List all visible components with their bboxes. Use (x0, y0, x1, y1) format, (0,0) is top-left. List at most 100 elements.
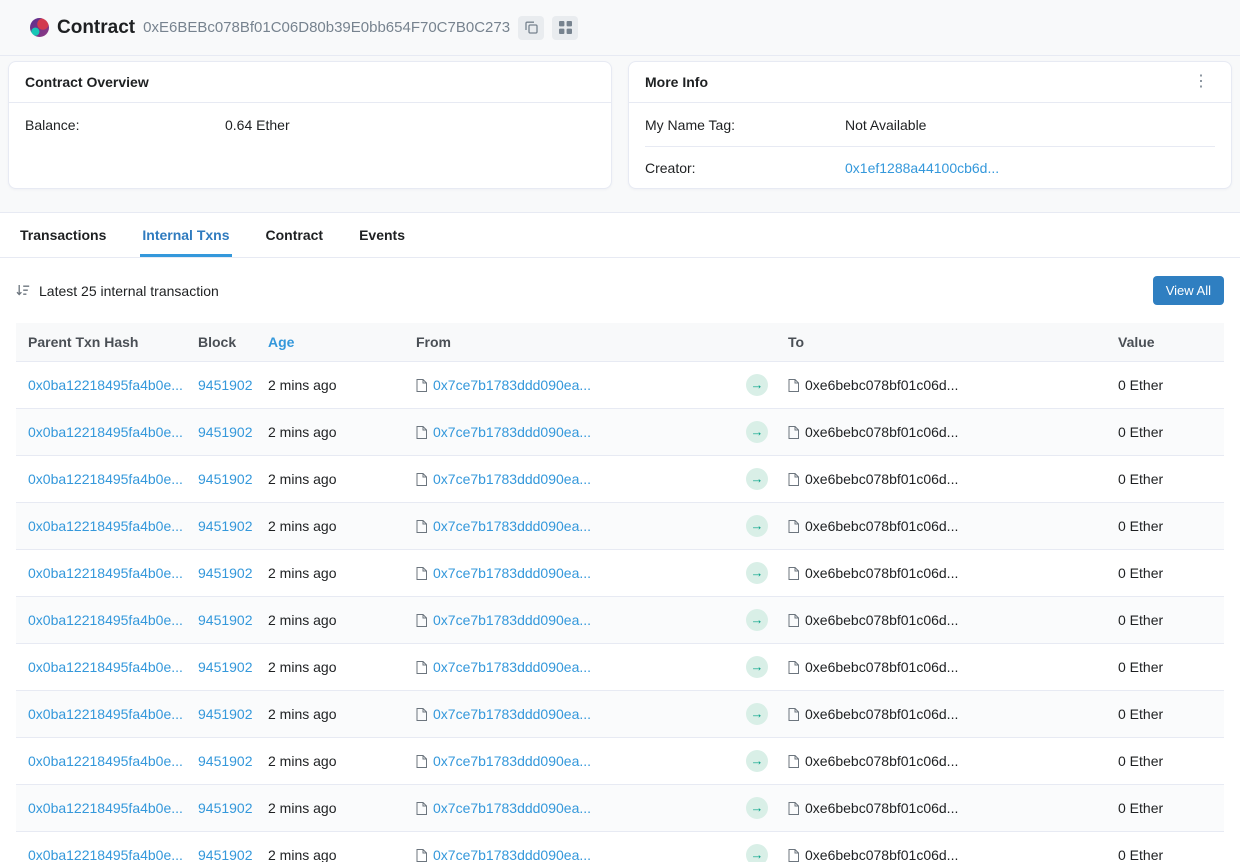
block-link[interactable]: 9451902 (198, 377, 253, 393)
parent-txn-hash-link[interactable]: 0x0ba12218495fa4b0e... (28, 424, 183, 440)
table-row: 0x0ba12218495fa4b0e... 9451902 2 mins ag… (16, 409, 1224, 456)
value-text: 0 Ether (1118, 518, 1163, 534)
value-text: 0 Ether (1118, 847, 1163, 862)
latest-summary-text: Latest 25 internal transaction (39, 283, 219, 299)
parent-txn-hash-link[interactable]: 0x0ba12218495fa4b0e... (28, 847, 183, 862)
parent-txn-hash-link[interactable]: 0x0ba12218495fa4b0e... (28, 471, 183, 487)
balance-row: Balance: 0.64 Ether (25, 103, 595, 146)
tab-contract[interactable]: Contract (264, 213, 326, 257)
from-address-link[interactable]: 0x7ce7b1783ddd090ea... (433, 518, 591, 534)
copy-icon (525, 21, 538, 34)
age-text: 2 mins ago (268, 659, 336, 675)
txn-table-body: 0x0ba12218495fa4b0e... 9451902 2 mins ag… (16, 362, 1224, 862)
col-block: Block (188, 323, 258, 362)
col-to: To (778, 323, 1108, 362)
value-text: 0 Ether (1118, 706, 1163, 722)
arrow-right-icon: → (746, 468, 768, 490)
table-row: 0x0ba12218495fa4b0e... 9451902 2 mins ag… (16, 691, 1224, 738)
from-address-link[interactable]: 0x7ce7b1783ddd090ea... (433, 800, 591, 816)
block-link[interactable]: 9451902 (198, 847, 253, 862)
tab-internal-txns[interactable]: Internal Txns (140, 213, 231, 257)
table-row: 0x0ba12218495fa4b0e... 9451902 2 mins ag… (16, 738, 1224, 785)
from-address-link[interactable]: 0x7ce7b1783ddd090ea... (433, 565, 591, 581)
document-icon (416, 802, 427, 815)
page-header: Contract 0xE6BEBc078Bf01C06D80b39E0bb654… (0, 0, 1240, 56)
creator-address-link[interactable]: 0x1ef1288a44100cb6d... (845, 160, 999, 176)
kebab-menu-icon: ⋮ (1193, 73, 1209, 90)
parent-txn-hash-link[interactable]: 0x0ba12218495fa4b0e... (28, 377, 183, 393)
block-link[interactable]: 9451902 (198, 800, 253, 816)
parent-txn-hash-link[interactable]: 0x0ba12218495fa4b0e... (28, 565, 183, 581)
arrow-right-icon: → (746, 844, 768, 862)
block-link[interactable]: 9451902 (198, 706, 253, 722)
age-sort-link[interactable]: Age (268, 334, 294, 350)
from-address-link[interactable]: 0x7ce7b1783ddd090ea... (433, 847, 591, 862)
from-address-link[interactable]: 0x7ce7b1783ddd090ea... (433, 612, 591, 628)
more-info-menu-button[interactable]: ⋮ (1187, 72, 1215, 92)
document-icon (788, 802, 799, 815)
to-address-text: 0xe6bebc078bf01c06d... (805, 847, 958, 862)
parent-txn-hash-link[interactable]: 0x0ba12218495fa4b0e... (28, 753, 183, 769)
col-parent-txn-hash: Parent Txn Hash (16, 323, 188, 362)
arrow-right-icon: → (746, 609, 768, 631)
block-link[interactable]: 9451902 (198, 659, 253, 675)
to-address-text: 0xe6bebc078bf01c06d... (805, 753, 958, 769)
balance-label: Balance: (25, 117, 225, 133)
age-text: 2 mins ago (268, 471, 336, 487)
document-icon (788, 379, 799, 392)
copy-address-button[interactable] (518, 16, 544, 40)
document-icon (416, 849, 427, 862)
age-text: 2 mins ago (268, 424, 336, 440)
sort-icon (16, 284, 30, 297)
document-icon (788, 849, 799, 862)
block-link[interactable]: 9451902 (198, 612, 253, 628)
arrow-right-icon: → (746, 797, 768, 819)
document-icon (788, 614, 799, 627)
from-address-link[interactable]: 0x7ce7b1783ddd090ea... (433, 753, 591, 769)
parent-txn-hash-link[interactable]: 0x0ba12218495fa4b0e... (28, 706, 183, 722)
block-link[interactable]: 9451902 (198, 565, 253, 581)
to-address-text: 0xe6bebc078bf01c06d... (805, 612, 958, 628)
age-text: 2 mins ago (268, 565, 336, 581)
from-address-link[interactable]: 0x7ce7b1783ddd090ea... (433, 659, 591, 675)
document-icon (416, 473, 427, 486)
block-link[interactable]: 9451902 (198, 471, 253, 487)
view-all-button[interactable]: View All (1153, 276, 1224, 305)
from-address-link[interactable]: 0x7ce7b1783ddd090ea... (433, 377, 591, 393)
parent-txn-hash-link[interactable]: 0x0ba12218495fa4b0e... (28, 518, 183, 534)
tab-events[interactable]: Events (357, 213, 407, 257)
document-icon (416, 426, 427, 439)
block-link[interactable]: 9451902 (198, 424, 253, 440)
table-row: 0x0ba12218495fa4b0e... 9451902 2 mins ag… (16, 785, 1224, 832)
to-address-text: 0xe6bebc078bf01c06d... (805, 659, 958, 675)
name-tag-row: My Name Tag: Not Available (645, 103, 1215, 146)
arrow-right-icon: → (746, 374, 768, 396)
age-text: 2 mins ago (268, 612, 336, 628)
more-info-card: More Info ⋮ My Name Tag: Not Available C… (628, 61, 1232, 189)
contract-overview-title: Contract Overview (25, 74, 149, 90)
from-address-link[interactable]: 0x7ce7b1783ddd090ea... (433, 471, 591, 487)
document-icon (416, 379, 427, 392)
document-icon (788, 426, 799, 439)
document-icon (788, 520, 799, 533)
parent-txn-hash-link[interactable]: 0x0ba12218495fa4b0e... (28, 612, 183, 628)
contract-overview-card: Contract Overview Balance: 0.64 Ether (8, 61, 612, 189)
tab-transactions[interactable]: Transactions (18, 213, 108, 257)
from-address-link[interactable]: 0x7ce7b1783ddd090ea... (433, 424, 591, 440)
table-row: 0x0ba12218495fa4b0e... 9451902 2 mins ag… (16, 456, 1224, 503)
arrow-right-icon: → (746, 421, 768, 443)
main-panel: TransactionsInternal TxnsContractEvents … (0, 212, 1240, 862)
to-address-text: 0xe6bebc078bf01c06d... (805, 471, 958, 487)
parent-txn-hash-link[interactable]: 0x0ba12218495fa4b0e... (28, 659, 183, 675)
value-text: 0 Ether (1118, 471, 1163, 487)
block-link[interactable]: 9451902 (198, 518, 253, 534)
document-icon (416, 755, 427, 768)
parent-txn-hash-link[interactable]: 0x0ba12218495fa4b0e... (28, 800, 183, 816)
table-row: 0x0ba12218495fa4b0e... 9451902 2 mins ag… (16, 362, 1224, 409)
block-link[interactable]: 9451902 (198, 753, 253, 769)
from-address-link[interactable]: 0x7ce7b1783ddd090ea... (433, 706, 591, 722)
to-address-text: 0xe6bebc078bf01c06d... (805, 424, 958, 440)
document-icon (788, 708, 799, 721)
value-text: 0 Ether (1118, 612, 1163, 628)
apps-button[interactable] (552, 16, 578, 40)
